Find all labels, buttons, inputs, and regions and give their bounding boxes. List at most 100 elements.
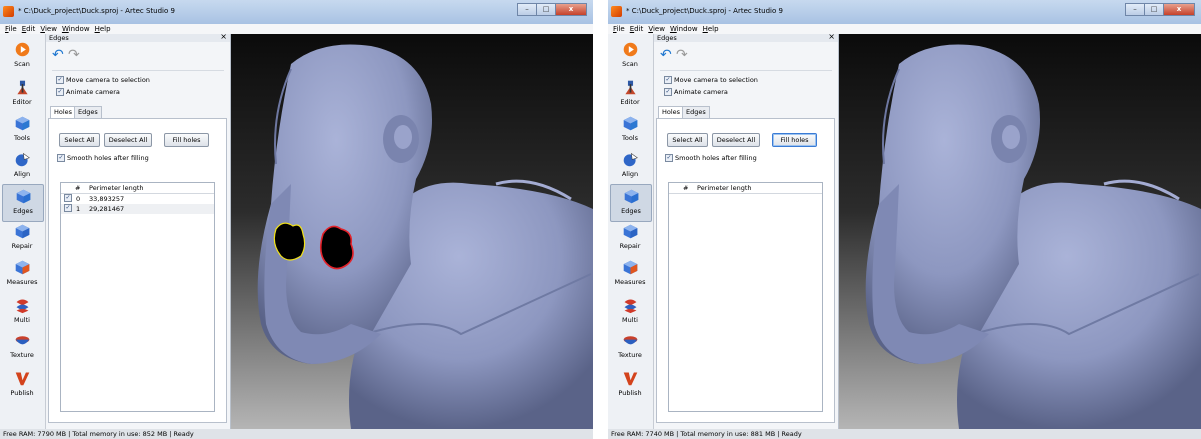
maximize-icon[interactable]: □ (536, 3, 556, 16)
edges-panel: Edges × ↶ ↷ ✓ Move camera to selection ✓ Animat… (46, 33, 231, 429)
3d-viewport[interactable] (839, 34, 1201, 429)
tool-multi[interactable]: Multi (2, 294, 42, 330)
menu-help[interactable]: Help (703, 24, 719, 34)
repair-icon (15, 224, 29, 239)
publish-icon (623, 372, 637, 386)
move-camera-checkbox[interactable]: ✓ Move camera to selection (56, 76, 150, 84)
panel-title: Edges × (46, 33, 230, 42)
smooth-holes-checkbox[interactable]: ✓ Smooth holes after filling (57, 154, 149, 162)
hole-1 (319, 225, 354, 270)
tool-editor[interactable]: Editor (610, 76, 650, 112)
animate-camera-checkbox[interactable]: ✓ Animate camera (56, 88, 120, 96)
tool-label: Measures (614, 278, 646, 286)
minimize-icon[interactable]: – (517, 3, 537, 16)
menu-view[interactable]: View (40, 24, 57, 34)
tool-measures[interactable]: Measures (610, 256, 650, 292)
animate-camera-checkbox[interactable]: ✓ Animate camera (664, 88, 728, 96)
deselect-all-button[interactable]: Deselect All (104, 133, 152, 147)
maximize-icon[interactable]: □ (1144, 3, 1164, 16)
title-bar: * C:\Duck_project\Duck.sproj - Artec Stu… (0, 0, 593, 25)
holes-table: # Perimeter length (668, 182, 823, 412)
menu-edit[interactable]: Edit (22, 24, 36, 34)
panel-title-text: Edges (657, 34, 677, 42)
table-header: # Perimeter length (669, 183, 822, 194)
close-icon[interactable]: x (1163, 3, 1195, 16)
minimize-icon[interactable]: – (1125, 3, 1145, 16)
checkbox-checked-icon: ✓ (665, 154, 673, 162)
tool-publish[interactable]: Publish (2, 367, 42, 403)
tool-repair[interactable]: Repair (610, 220, 650, 256)
duck-3d-model[interactable] (231, 34, 593, 429)
tool-label: Editor (12, 98, 32, 106)
tools-icon (623, 116, 637, 131)
tool-texture[interactable]: Texture (610, 329, 650, 365)
duck-3d-model[interactable] (839, 34, 1201, 429)
tool-align[interactable]: Align (2, 148, 42, 184)
column-perimeter: Perimeter length (697, 184, 752, 192)
redo-arrow-icon[interactable]: ↷ (676, 47, 688, 63)
tool-edges[interactable]: Edges (610, 184, 652, 222)
checkbox-checked-icon: ✓ (56, 88, 64, 96)
tool-repair[interactable]: Repair (2, 220, 42, 256)
fill-holes-button[interactable]: Fill holes (164, 133, 209, 147)
deselect-all-button[interactable]: Deselect All (712, 133, 760, 147)
tool-measures[interactable]: Measures (2, 256, 42, 292)
redo-arrow-icon[interactable]: ↷ (68, 47, 80, 63)
tool-align[interactable]: Align (610, 148, 650, 184)
row-perimeter: 33,893257 (89, 195, 125, 203)
tool-texture[interactable]: Texture (2, 329, 42, 365)
measures-icon (15, 260, 29, 275)
checkbox-checked-icon: ✓ (57, 154, 65, 162)
checkbox-label: Move camera to selection (674, 76, 758, 84)
panel-close-icon[interactable]: × (828, 33, 835, 41)
tool-editor[interactable]: Editor (2, 76, 42, 112)
menu-window[interactable]: Window (670, 24, 698, 34)
panel-close-icon[interactable]: × (220, 33, 227, 41)
tool-label: Tools (621, 134, 638, 142)
tab-edges[interactable]: Edges (682, 106, 710, 118)
move-camera-checkbox[interactable]: ✓ Move camera to selection (664, 76, 758, 84)
tool-tools[interactable]: Tools (610, 112, 650, 148)
checkbox-label: Smooth holes after filling (675, 154, 757, 162)
table-header: # Perimeter length (61, 183, 214, 194)
panel-title: Edges × (654, 33, 838, 42)
tool-scan[interactable]: Scan (2, 38, 42, 74)
editor-icon (16, 80, 28, 95)
3d-viewport[interactable] (231, 34, 593, 429)
tool-multi[interactable]: Multi (610, 294, 650, 330)
smooth-holes-checkbox[interactable]: ✓ Smooth holes after filling (665, 154, 757, 162)
menu-window[interactable]: Window (62, 24, 90, 34)
close-icon[interactable]: x (555, 3, 587, 16)
menu-help[interactable]: Help (95, 24, 111, 34)
tool-edges[interactable]: Edges (2, 184, 44, 222)
tool-label: Publish (618, 389, 642, 397)
window-controls: – □ x (1125, 3, 1195, 16)
row-number: 0 (76, 195, 81, 203)
table-row[interactable]: ✓ 1 29,281467 (61, 204, 214, 214)
edges-icon (624, 189, 638, 204)
menu-edit[interactable]: Edit (630, 24, 644, 34)
fill-holes-button[interactable]: Fill holes (772, 133, 817, 147)
menu-file[interactable]: File (5, 24, 17, 34)
tool-tools[interactable]: Tools (2, 112, 42, 148)
holes-tab-content: Select All Deselect All Fill holes ✓ Smooth … (48, 118, 227, 423)
app-logo-icon (611, 6, 622, 17)
window-title: * C:\Duck_project\Duck.sproj - Artec Stu… (626, 7, 783, 15)
select-all-button[interactable]: Select All (667, 133, 708, 147)
tool-label: Measures (6, 278, 38, 286)
tool-label: Editor (620, 98, 640, 106)
publish-icon (15, 372, 29, 386)
undo-arrow-icon[interactable]: ↶ (660, 47, 672, 63)
tool-publish[interactable]: Publish (610, 367, 650, 403)
undo-arrow-icon[interactable]: ↶ (52, 47, 64, 63)
tool-scan[interactable]: Scan (610, 38, 650, 74)
menu-file[interactable]: File (613, 24, 625, 34)
menu-bar: File Edit View Window Help (0, 24, 593, 34)
table-row[interactable]: ✓ 0 33,893257 (61, 194, 214, 204)
tool-label: Scan (14, 60, 30, 68)
tab-edges[interactable]: Edges (74, 106, 102, 118)
select-all-button[interactable]: Select All (59, 133, 100, 147)
left-toolbar: Scan Editor Tools Align Edges Repair Measures M… (608, 34, 654, 429)
align-icon (15, 152, 30, 167)
menu-view[interactable]: View (648, 24, 665, 34)
